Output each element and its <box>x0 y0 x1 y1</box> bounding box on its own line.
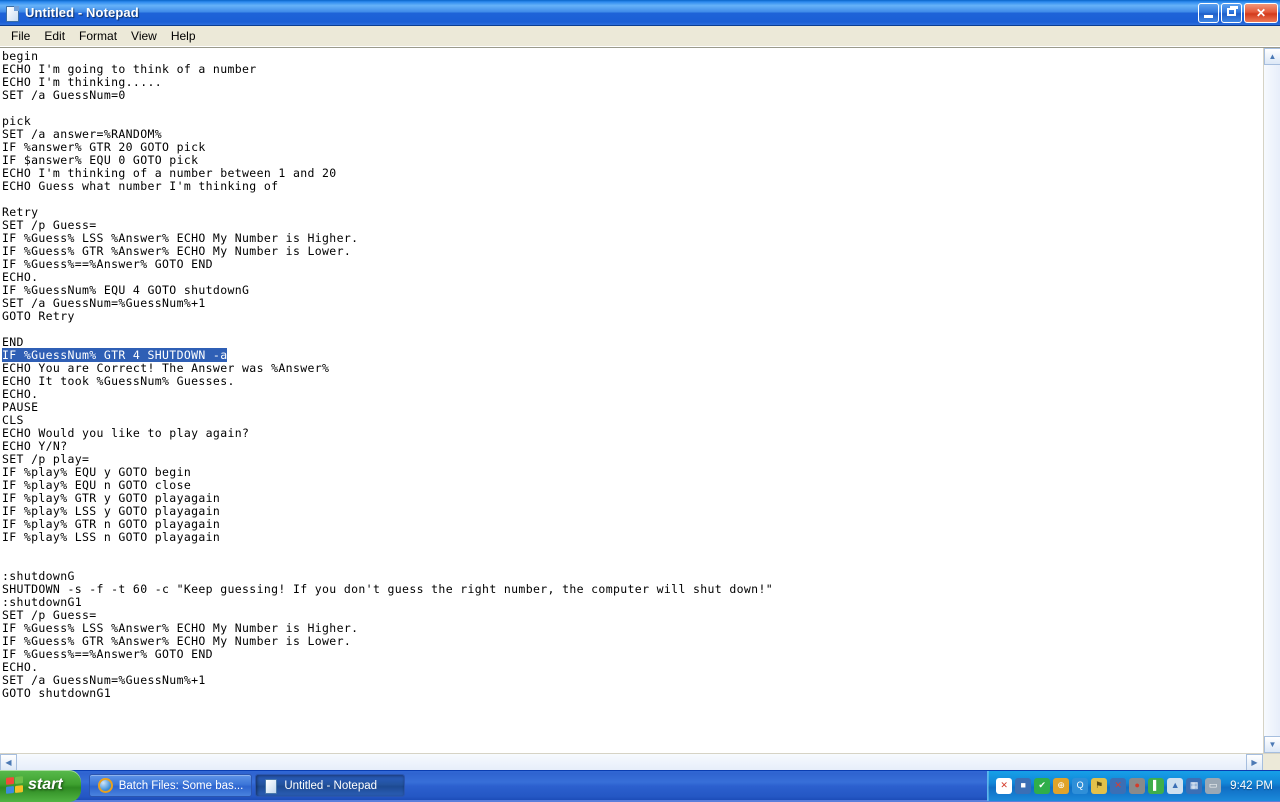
task-list: Batch Files: Some bas... Untitled - Note… <box>89 774 987 797</box>
title-bar[interactable]: Untitled - Notepad ✕ <box>0 0 1280 26</box>
network-connection-icon[interactable]: ■ <box>1015 778 1031 794</box>
windows-flag-icon <box>6 776 23 794</box>
text-editor[interactable]: begin ECHO I'm going to think of a numbe… <box>0 48 1263 753</box>
minimize-button[interactable] <box>1198 3 1219 23</box>
menu-item-view[interactable]: View <box>124 28 164 45</box>
display-monitor-icon[interactable]: ▭ <box>1205 778 1221 794</box>
notepad-document-icon <box>4 5 20 21</box>
taskbar-item-label: Batch Files: Some bas... <box>119 780 244 792</box>
scroll-right-icon[interactable]: ▶ <box>1246 754 1263 771</box>
wireless-signal-icon[interactable]: ▲ <box>1167 778 1183 794</box>
vertical-scroll-track[interactable] <box>1264 65 1280 736</box>
taskbar-item-notepad[interactable]: Untitled - Notepad <box>255 774 405 797</box>
editor-area: begin ECHO I'm going to think of a numbe… <box>0 47 1280 753</box>
scroll-left-icon[interactable]: ◀ <box>0 754 17 771</box>
window-controls: ✕ <box>1198 3 1278 23</box>
menu-item-edit[interactable]: Edit <box>37 28 72 45</box>
quicktime-icon[interactable]: Q <box>1072 778 1088 794</box>
editor-text-before-selection: begin ECHO I'm going to think of a numbe… <box>2 49 358 349</box>
restore-button[interactable] <box>1221 3 1242 23</box>
menu-bar: File Edit Format View Help <box>0 26 1280 47</box>
notepad-window: Untitled - Notepad ✕ File Edit Format Vi… <box>0 0 1280 770</box>
scrollbar-corner <box>1263 754 1280 771</box>
taskbar: start Batch Files: Some bas... Untitled … <box>0 770 1280 800</box>
editor-content[interactable]: begin ECHO I'm going to think of a numbe… <box>2 50 1263 700</box>
vertical-scrollbar[interactable]: ▲ ▼ <box>1263 48 1280 753</box>
network-disconnected-icon[interactable]: ✕ <box>1110 778 1126 794</box>
horizontal-scroll-track[interactable] <box>17 754 1246 770</box>
notepad-document-icon <box>264 779 278 793</box>
document-error-icon[interactable]: ✕ <box>996 778 1012 794</box>
horizontal-scrollbar[interactable]: ◀ ▶ <box>0 753 1280 770</box>
taskbar-item-browser[interactable]: Batch Files: Some bas... <box>89 774 253 797</box>
printer-icon[interactable]: ⚑ <box>1091 778 1107 794</box>
volume-muted-icon[interactable]: ● <box>1129 778 1145 794</box>
menu-item-help[interactable]: Help <box>164 28 203 45</box>
window-title: Untitled - Notepad <box>25 5 1198 20</box>
globe-network-icon[interactable]: ⊕ <box>1053 778 1069 794</box>
network-activity-icon[interactable]: ▦ <box>1186 778 1202 794</box>
start-button[interactable]: start <box>0 770 81 802</box>
selected-text-line[interactable]: IF %GuessNum% GTR 4 SHUTDOWN -a <box>2 348 227 362</box>
scroll-down-icon[interactable]: ▼ <box>1264 736 1280 753</box>
taskbar-item-label: Untitled - Notepad <box>284 780 377 792</box>
menu-item-format[interactable]: Format <box>72 28 124 45</box>
taskbar-clock[interactable]: 9:42 PM <box>1230 780 1273 792</box>
menu-item-file[interactable]: File <box>4 28 37 45</box>
internet-explorer-icon <box>98 778 113 793</box>
close-button[interactable]: ✕ <box>1244 3 1278 23</box>
antivirus-shield-icon[interactable]: ✔ <box>1034 778 1050 794</box>
scroll-up-icon[interactable]: ▲ <box>1264 48 1280 65</box>
editor-text-after-selection: ECHO You are Correct! The Answer was %An… <box>2 361 773 700</box>
system-tray: ✕■✔⊕Q⚑✕●▌▲▦▭9:42 PM <box>987 771 1280 801</box>
start-button-label: start <box>28 777 63 793</box>
battery-icon[interactable]: ▌ <box>1148 778 1164 794</box>
